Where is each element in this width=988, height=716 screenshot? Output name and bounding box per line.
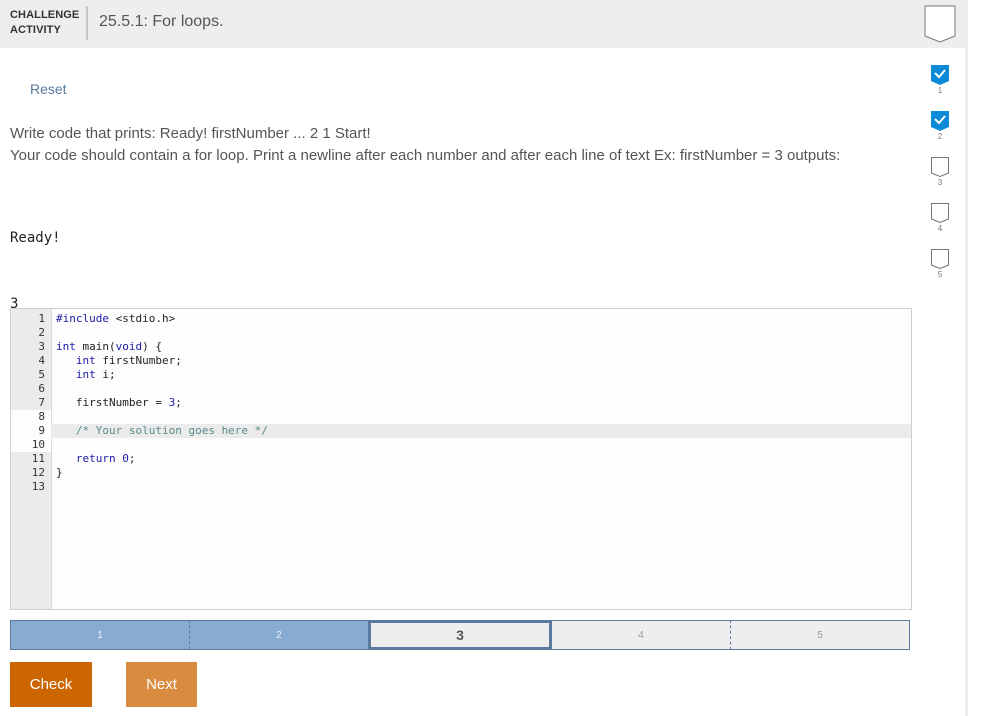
line-number: 5 [38, 368, 45, 381]
level-number: 2 [937, 132, 943, 141]
level-2-button[interactable]: 2 [928, 111, 952, 157]
level-incomplete-icon [931, 203, 949, 223]
progress-segment-2[interactable]: 2 [190, 620, 368, 650]
level-completed-check-icon [931, 111, 949, 131]
code-text[interactable]: int firstNumber; [56, 354, 182, 368]
line-number: 9 [11, 424, 51, 438]
level-incomplete-icon [931, 157, 949, 177]
code-text[interactable]: firstNumber = 3; [56, 396, 182, 410]
progress-segment-5[interactable]: 5 [731, 620, 910, 650]
line-number: 12 [31, 466, 45, 479]
line-number: 8 [11, 410, 51, 424]
check-button[interactable]: Check [10, 662, 92, 707]
line-number: 10 [11, 438, 51, 452]
line-number: 2 [38, 326, 45, 339]
line-number: 13 [31, 480, 45, 493]
level-progress-bar: 1 2 3 4 5 [10, 620, 910, 650]
level-navigator: 1 2 3 4 5 [928, 65, 952, 295]
line-number: 3 [38, 340, 45, 353]
progress-segment-1[interactable]: 1 [10, 620, 190, 650]
code-text[interactable]: int i; [56, 368, 116, 382]
level-incomplete-icon [931, 249, 949, 269]
code-line[interactable]: 10 [11, 438, 911, 452]
activity-type-label: CHALLENGE ACTIVITY [10, 8, 79, 38]
challenge-activity: CHALLENGE ACTIVITY 25.5.1: For loops. Re… [0, 0, 966, 716]
activity-completion-badge-icon [924, 5, 956, 48]
code-line[interactable]: 9 /* Your solution goes here */ [11, 424, 911, 438]
level-number: 4 [937, 224, 943, 233]
progress-segment-3[interactable]: 3 [368, 620, 552, 650]
reset-button[interactable]: Reset [30, 81, 67, 97]
activity-title: 25.5.1: For loops. [99, 13, 224, 30]
code-line[interactable]: 2 [11, 326, 911, 340]
code-line[interactable]: 6 [11, 382, 911, 396]
code-line[interactable]: 7 firstNumber = 3; [11, 396, 911, 410]
code-line[interactable]: 1 #include <stdio.h> [11, 312, 911, 326]
code-text[interactable]: #include <stdio.h> [56, 312, 175, 326]
line-number: 11 [31, 452, 45, 465]
level-number: 1 [937, 86, 943, 95]
header-divider [86, 6, 88, 40]
instructions: Write code that prints: Ready! firstNumb… [10, 123, 840, 167]
level-number: 5 [937, 270, 943, 279]
panel-edge [965, 0, 968, 716]
code-text[interactable]: /* Your solution goes here */ [56, 424, 268, 438]
level-4-button[interactable]: 4 [928, 203, 952, 249]
code-line[interactable]: 5 int i; [11, 368, 911, 382]
level-number: 3 [937, 178, 943, 187]
code-line[interactable]: 8 [11, 410, 911, 424]
level-completed-check-icon [931, 65, 949, 85]
code-line[interactable]: 11 return 0; [11, 452, 911, 466]
level-3-button[interactable]: 3 [928, 157, 952, 203]
line-number: 1 [38, 312, 45, 325]
instructions-line-2: Your code should contain a for loop. Pri… [10, 147, 841, 164]
activity-type-line1: CHALLENGE [10, 9, 80, 21]
code-line[interactable]: 12} [11, 466, 911, 480]
code-editor[interactable]: 1 #include <stdio.h> 2 3 int main(void) {4 i… [10, 308, 912, 610]
code-text[interactable]: return 0; [56, 452, 136, 466]
line-number: 6 [38, 382, 45, 395]
level-1-button[interactable]: 1 [928, 65, 952, 111]
code-line[interactable]: 13 [11, 480, 911, 494]
code-line[interactable]: 3 int main(void) { [11, 340, 911, 354]
code-text[interactable]: int main(void) { [56, 340, 162, 354]
line-number: 4 [38, 354, 45, 367]
progress-segment-4[interactable]: 4 [552, 620, 731, 650]
code-text[interactable]: } [56, 466, 63, 480]
activity-type-line2: ACTIVITY [10, 24, 61, 36]
sample-output-line: Ready! [10, 230, 61, 246]
next-button[interactable]: Next [126, 662, 197, 707]
activity-header: CHALLENGE ACTIVITY 25.5.1: For loops. [0, 0, 966, 48]
level-5-button[interactable]: 5 [928, 249, 952, 295]
code-line[interactable]: 4 int firstNumber; [11, 354, 911, 368]
line-number: 7 [38, 396, 45, 409]
instructions-line-1: Write code that prints: Ready! firstNumb… [10, 125, 371, 142]
